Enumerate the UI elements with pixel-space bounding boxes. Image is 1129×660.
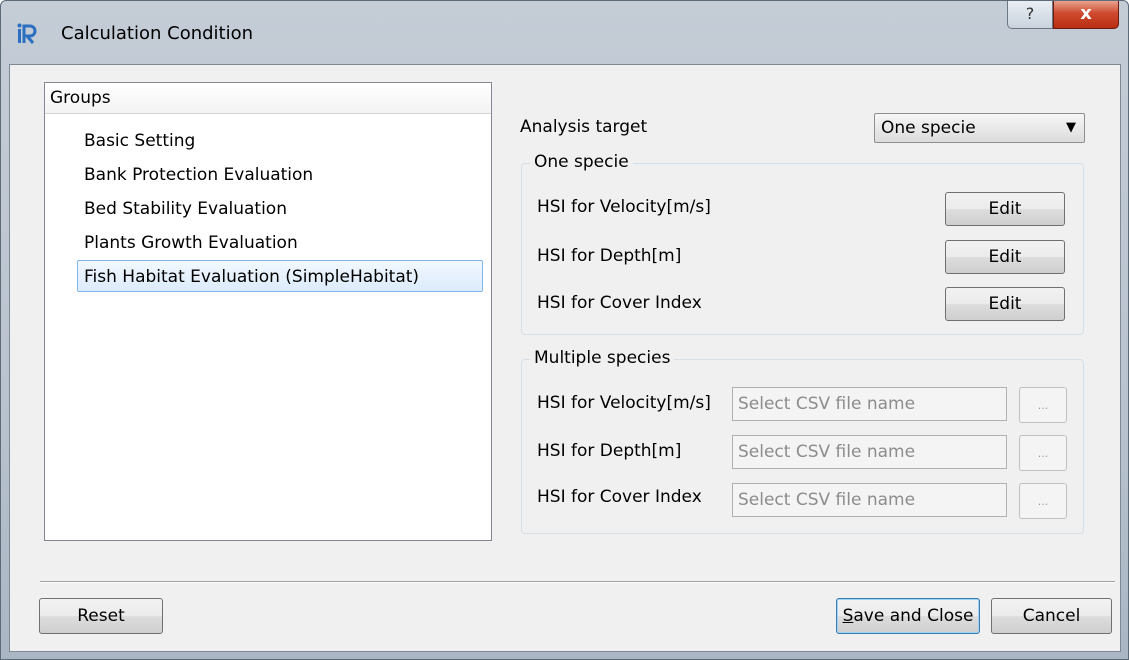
analysis-target-label: Analysis target	[520, 117, 648, 137]
dialog-window: Calculation Condition ? x Groups Basic S…	[0, 0, 1129, 660]
edit-cover-button[interactable]: Edit	[945, 287, 1065, 321]
window-title: Calculation Condition	[61, 23, 254, 44]
multi-cover-label: HSI for Cover Index	[537, 487, 702, 507]
reset-button[interactable]: Reset	[39, 598, 163, 634]
multi-depth-label: HSI for Depth[m]	[537, 441, 682, 461]
browse-cover-button[interactable]: ...	[1019, 483, 1067, 519]
save-mnemonic: S	[842, 606, 854, 626]
depth-csv-field[interactable]: Select CSV file name	[732, 435, 1007, 469]
group-item-bed-stability[interactable]: Bed Stability Evaluation	[78, 193, 293, 225]
edit-velocity-button[interactable]: Edit	[945, 192, 1065, 226]
edit-depth-button[interactable]: Edit	[945, 240, 1065, 274]
analysis-target-value: One specie	[881, 118, 976, 138]
group-item-bank-protection[interactable]: Bank Protection Evaluation	[78, 159, 319, 191]
analysis-target-select[interactable]: One specie ▼	[874, 113, 1085, 143]
one-specie-title: One specie	[530, 152, 633, 172]
one-velocity-label: HSI for Velocity[m/s]	[537, 197, 711, 217]
cover-csv-field[interactable]: Select CSV file name	[732, 483, 1007, 517]
group-item-basic-setting[interactable]: Basic Setting	[78, 125, 201, 157]
dialog-body: Groups Basic Setting Bank Protection Eva…	[9, 64, 1121, 652]
one-depth-label: HSI for Depth[m]	[537, 246, 682, 266]
help-button[interactable]: ?	[1007, 1, 1053, 29]
cancel-button[interactable]: Cancel	[991, 598, 1112, 634]
browse-velocity-button[interactable]: ...	[1019, 387, 1067, 423]
groups-list[interactable]: Groups Basic Setting Bank Protection Eva…	[44, 82, 492, 541]
chevron-down-icon: ▼	[1066, 120, 1076, 135]
group-item-fish-habitat[interactable]: Fish Habitat Evaluation (SimpleHabitat)	[77, 260, 483, 292]
multi-velocity-label: HSI for Velocity[m/s]	[537, 393, 711, 413]
save-label-rest: ave and Close	[853, 606, 974, 626]
title-bar[interactable]: Calculation Condition ? x	[1, 1, 1128, 65]
close-button[interactable]: x	[1053, 1, 1119, 29]
footer-divider	[40, 581, 1115, 583]
groups-header[interactable]: Groups	[45, 83, 491, 114]
multiple-species-title: Multiple species	[530, 348, 675, 368]
app-logo-icon	[17, 23, 37, 44]
one-cover-label: HSI for Cover Index	[537, 293, 702, 313]
save-and-close-button[interactable]: Save and Close	[836, 598, 980, 634]
velocity-csv-field[interactable]: Select CSV file name	[732, 387, 1007, 421]
group-item-plants-growth[interactable]: Plants Growth Evaluation	[78, 227, 304, 259]
browse-depth-button[interactable]: ...	[1019, 435, 1067, 471]
